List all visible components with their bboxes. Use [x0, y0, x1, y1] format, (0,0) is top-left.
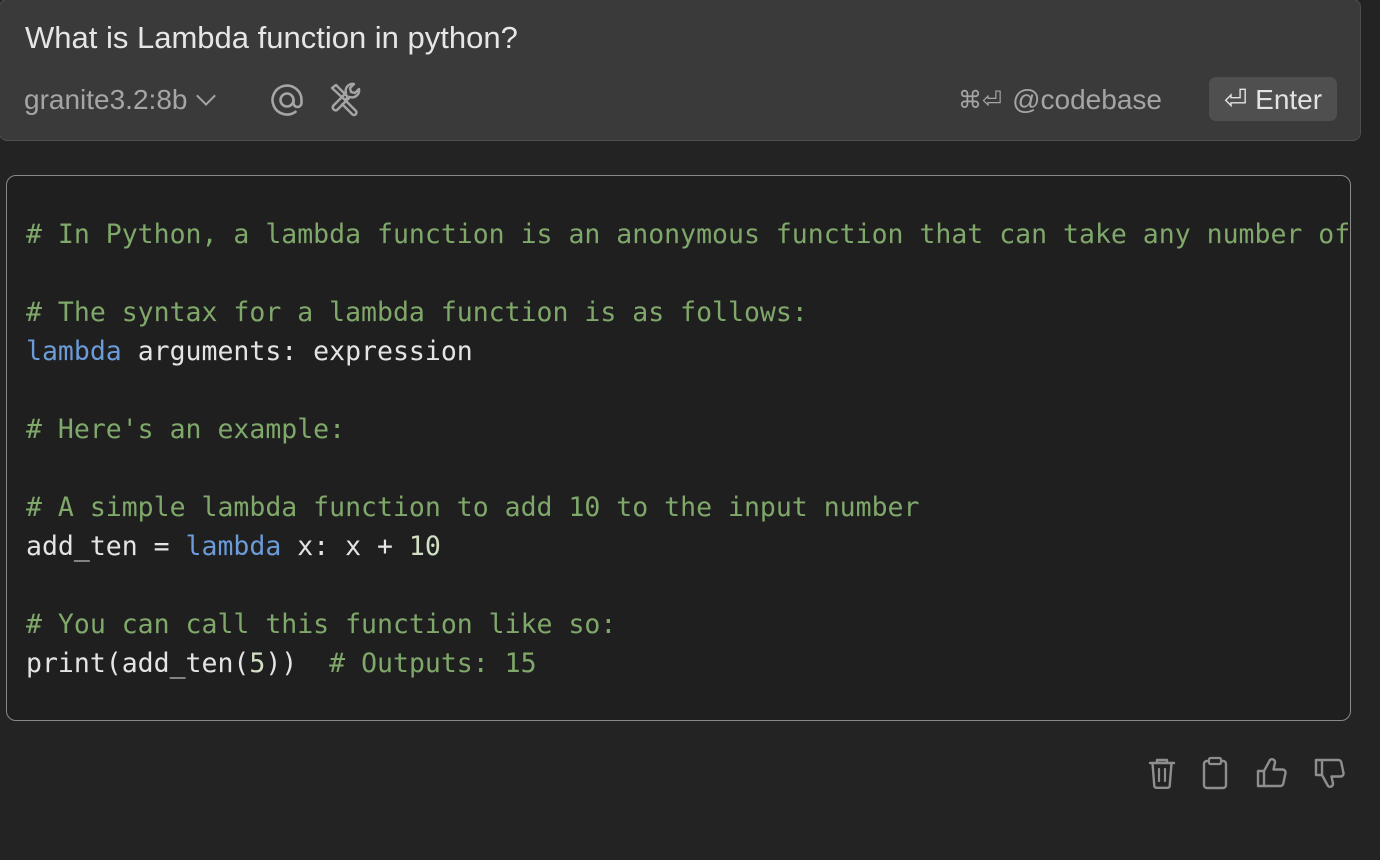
code-line: # Here's an example: [26, 410, 345, 449]
code-token: print(add_ten( [26, 648, 250, 679]
code-line: # A simple lambda function to add 10 to … [26, 488, 919, 527]
thumbs-up-icon[interactable] [1254, 755, 1288, 791]
code-token: 10 [408, 531, 441, 562]
code-block[interactable]: # In Python, a lambda function is an ano… [6, 175, 1351, 721]
code-line: add_ten = lambda x: x + 10 [26, 527, 441, 566]
model-selector[interactable]: granite3.2:8b [24, 82, 217, 118]
chevron-down-icon [196, 86, 217, 106]
code-token: )) [265, 648, 330, 679]
codebase-shortcut-hint[interactable]: ⌘⏎ @codebase [958, 82, 1162, 118]
codebase-label: @codebase [1012, 84, 1162, 115]
enter-button[interactable]: ⏎ Enter [1209, 77, 1337, 121]
delete-icon[interactable] [1145, 755, 1179, 791]
chat-input-box[interactable]: What is Lambda function in python? grani… [0, 0, 1361, 141]
prompt-text[interactable]: What is Lambda function in python? [25, 20, 518, 56]
code-token: lambda [26, 336, 122, 367]
code-token: # Outputs: 15 [329, 648, 537, 679]
shortcut-keys: ⌘⏎ [958, 86, 1003, 114]
code-line: print(add_ten(5)) # Outputs: 15 [26, 644, 537, 683]
code-token: # A simple lambda function to add 10 to … [26, 492, 920, 523]
code-token: x: x + [281, 531, 409, 562]
code-token: # You can call this function like so: [26, 609, 617, 640]
code-token: 5 [249, 648, 266, 679]
code-line: # You can call this function like so: [26, 605, 616, 644]
enter-label: ⏎ Enter [1223, 83, 1323, 115]
code-token: add_ten = [26, 531, 186, 562]
tools-icon[interactable] [326, 80, 364, 118]
code-token: # The syntax for a lambda function is as… [26, 297, 808, 328]
code-line: lambda arguments: expression [26, 332, 473, 371]
copy-icon[interactable] [1198, 755, 1232, 791]
model-name: granite3.2:8b [24, 84, 188, 115]
code-line: # The syntax for a lambda function is as… [26, 293, 808, 332]
code-token: arguments: expression [121, 336, 473, 367]
at-mention-icon[interactable] [268, 80, 306, 120]
code-token: # Here's an example: [26, 414, 346, 445]
code-token: lambda [185, 531, 282, 562]
thumbs-down-icon[interactable] [1312, 755, 1346, 791]
code-line: # In Python, a lambda function is an ano… [26, 215, 1351, 254]
code-token: # In Python, a lambda function is an ano… [26, 219, 1351, 250]
